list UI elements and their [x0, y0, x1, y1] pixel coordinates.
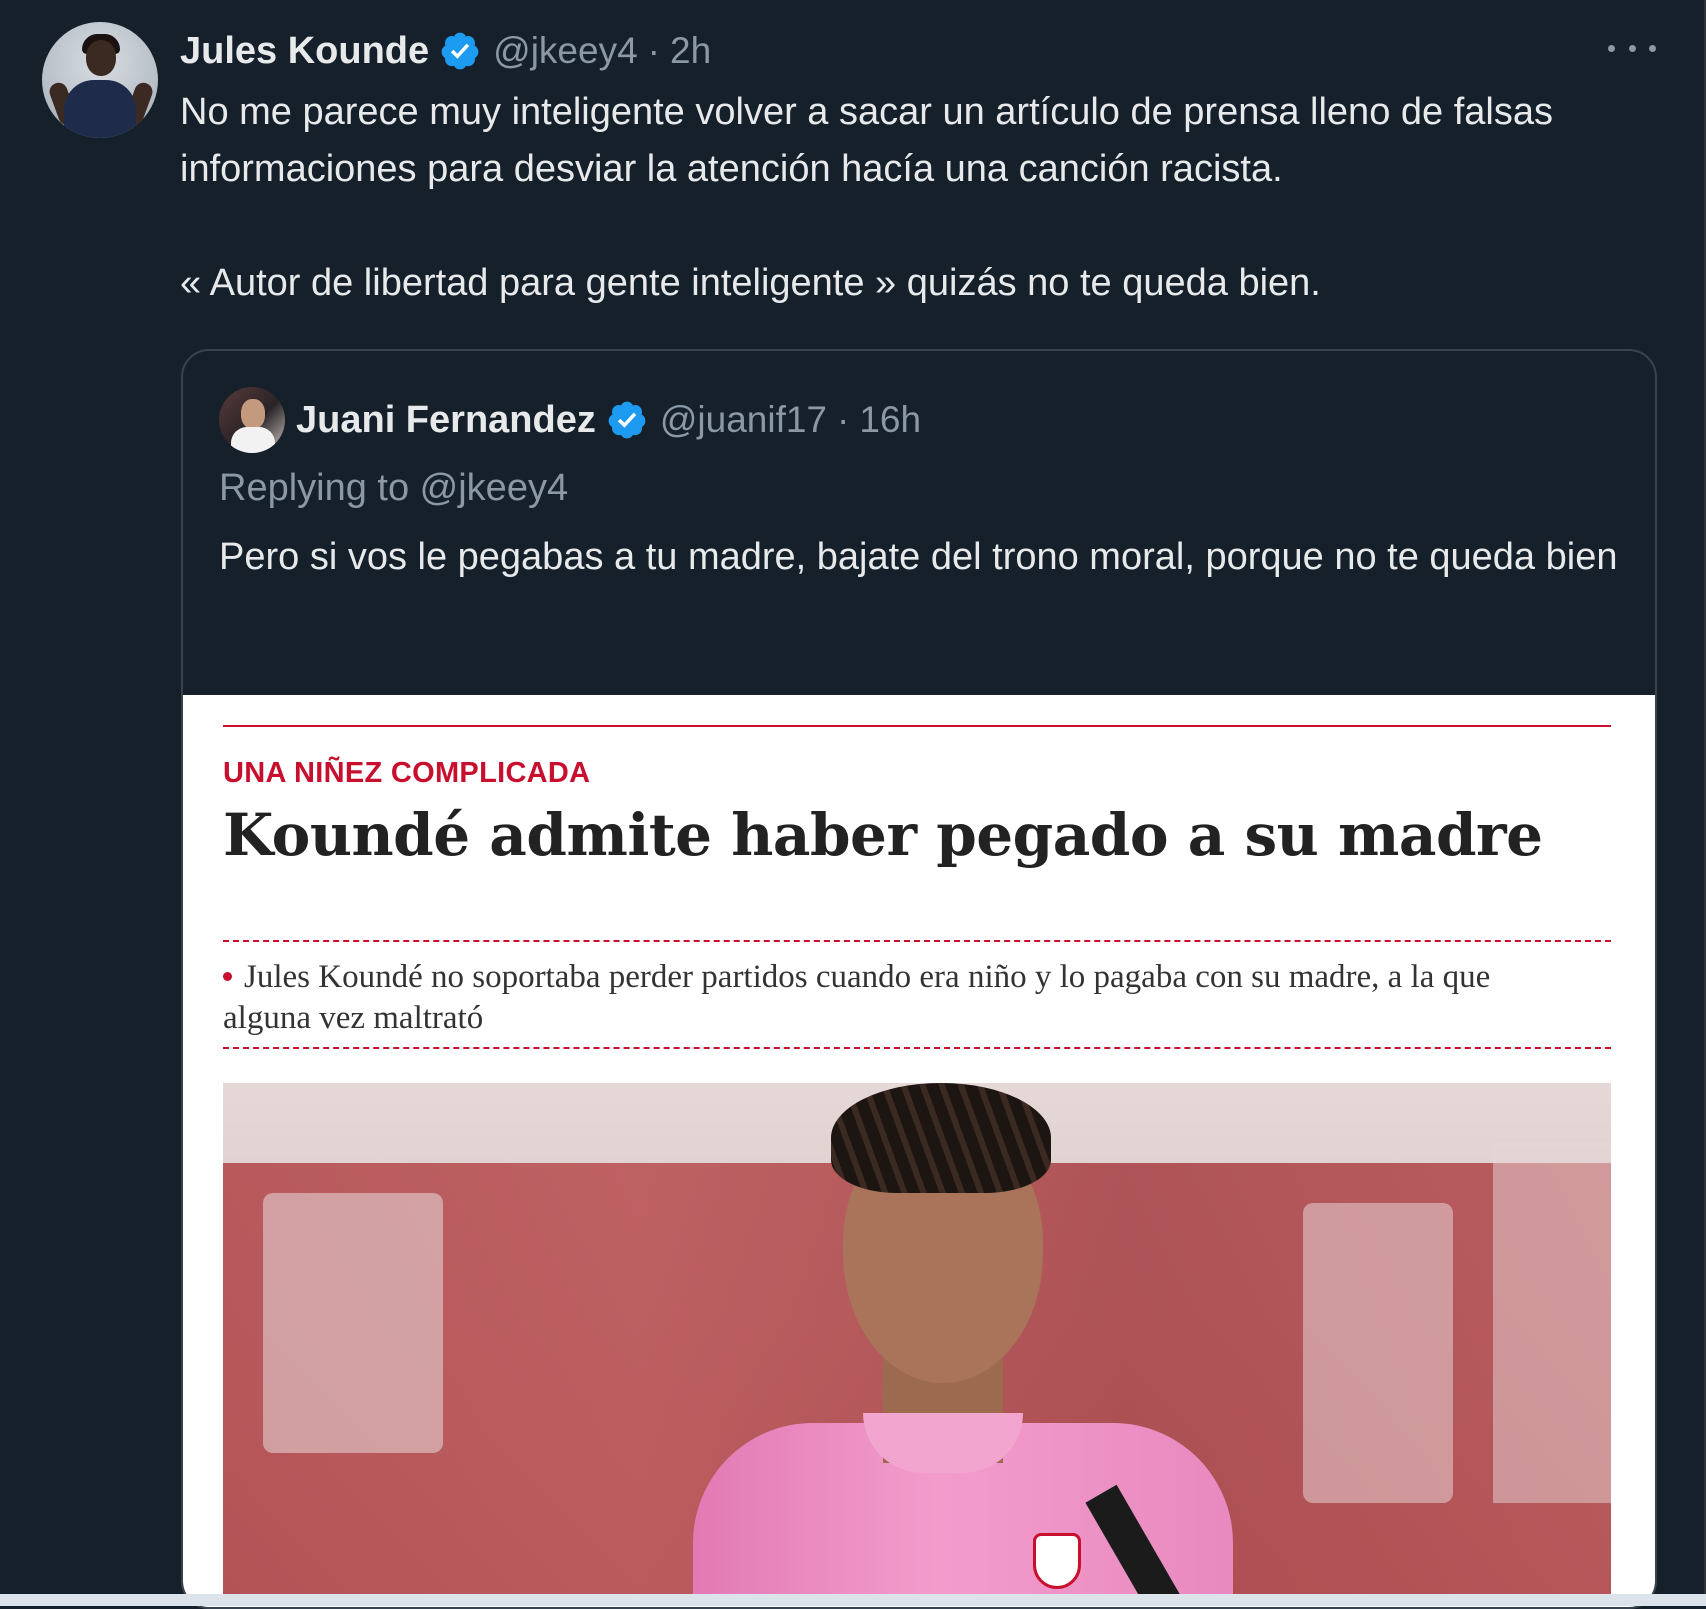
quoted-author-avatar[interactable]: [219, 387, 285, 453]
article-photo: [223, 1083, 1611, 1603]
verified-badge-icon: [606, 399, 648, 441]
tweet-text: No me parece muy inteligente volver a sa…: [180, 84, 1650, 312]
quoted-tweet-text: Pero si vos le pegabas a tu madre, bajat…: [219, 536, 1618, 578]
separator-dot: ·: [647, 30, 660, 71]
window-bottom-edge: [0, 1594, 1706, 1606]
tweet-header: Jules Kounde @jkeey4 · 2h: [180, 26, 711, 76]
divider: [223, 725, 1611, 727]
author-handle[interactable]: @jkeey4: [493, 30, 638, 72]
separator-dot: ·: [837, 399, 850, 440]
author-name[interactable]: Jules Kounde: [180, 30, 429, 73]
article-summary-text: Jules Koundé no soportaba perder partido…: [223, 959, 1491, 1036]
quoted-author-handle[interactable]: @juanif17: [660, 399, 827, 441]
divider: [223, 1047, 1611, 1049]
quoted-tweet[interactable]: Juani Fernandez @juanif17 · 16h Replying…: [181, 349, 1657, 1609]
article-summary: Jules Koundé no soportaba perder partido…: [223, 957, 1503, 1039]
article-image[interactable]: UNA NIÑEZ COMPLICADA Koundé admite haber…: [183, 695, 1655, 1607]
tweet-text-paragraph: No me parece muy inteligente volver a sa…: [180, 91, 1553, 190]
tweet-timestamp[interactable]: 2h: [670, 30, 711, 72]
divider: [223, 940, 1611, 942]
article-headline: Koundé admite haber pegado a su madre: [223, 801, 1543, 869]
article-kicker: UNA NIÑEZ COMPLICADA: [223, 757, 591, 789]
bullet-icon: [223, 971, 232, 981]
more-options-icon[interactable]: [1608, 30, 1656, 66]
author-avatar[interactable]: [42, 22, 158, 138]
tweet-text-paragraph: « Autor de libertad para gente inteligen…: [180, 262, 1321, 304]
quoted-author-name[interactable]: Juani Fernandez: [296, 399, 596, 442]
quoted-tweet-timestamp[interactable]: 16h: [859, 399, 921, 441]
club-crest-icon: [1033, 1533, 1081, 1589]
verified-badge-icon: [439, 30, 481, 72]
tweet[interactable]: Jules Kounde @jkeey4 · 2h No me parece m…: [0, 0, 1706, 1609]
quoted-tweet-header: Juani Fernandez @juanif17 · 16h: [296, 393, 921, 447]
replying-to[interactable]: Replying to @jkeey4: [219, 463, 568, 513]
